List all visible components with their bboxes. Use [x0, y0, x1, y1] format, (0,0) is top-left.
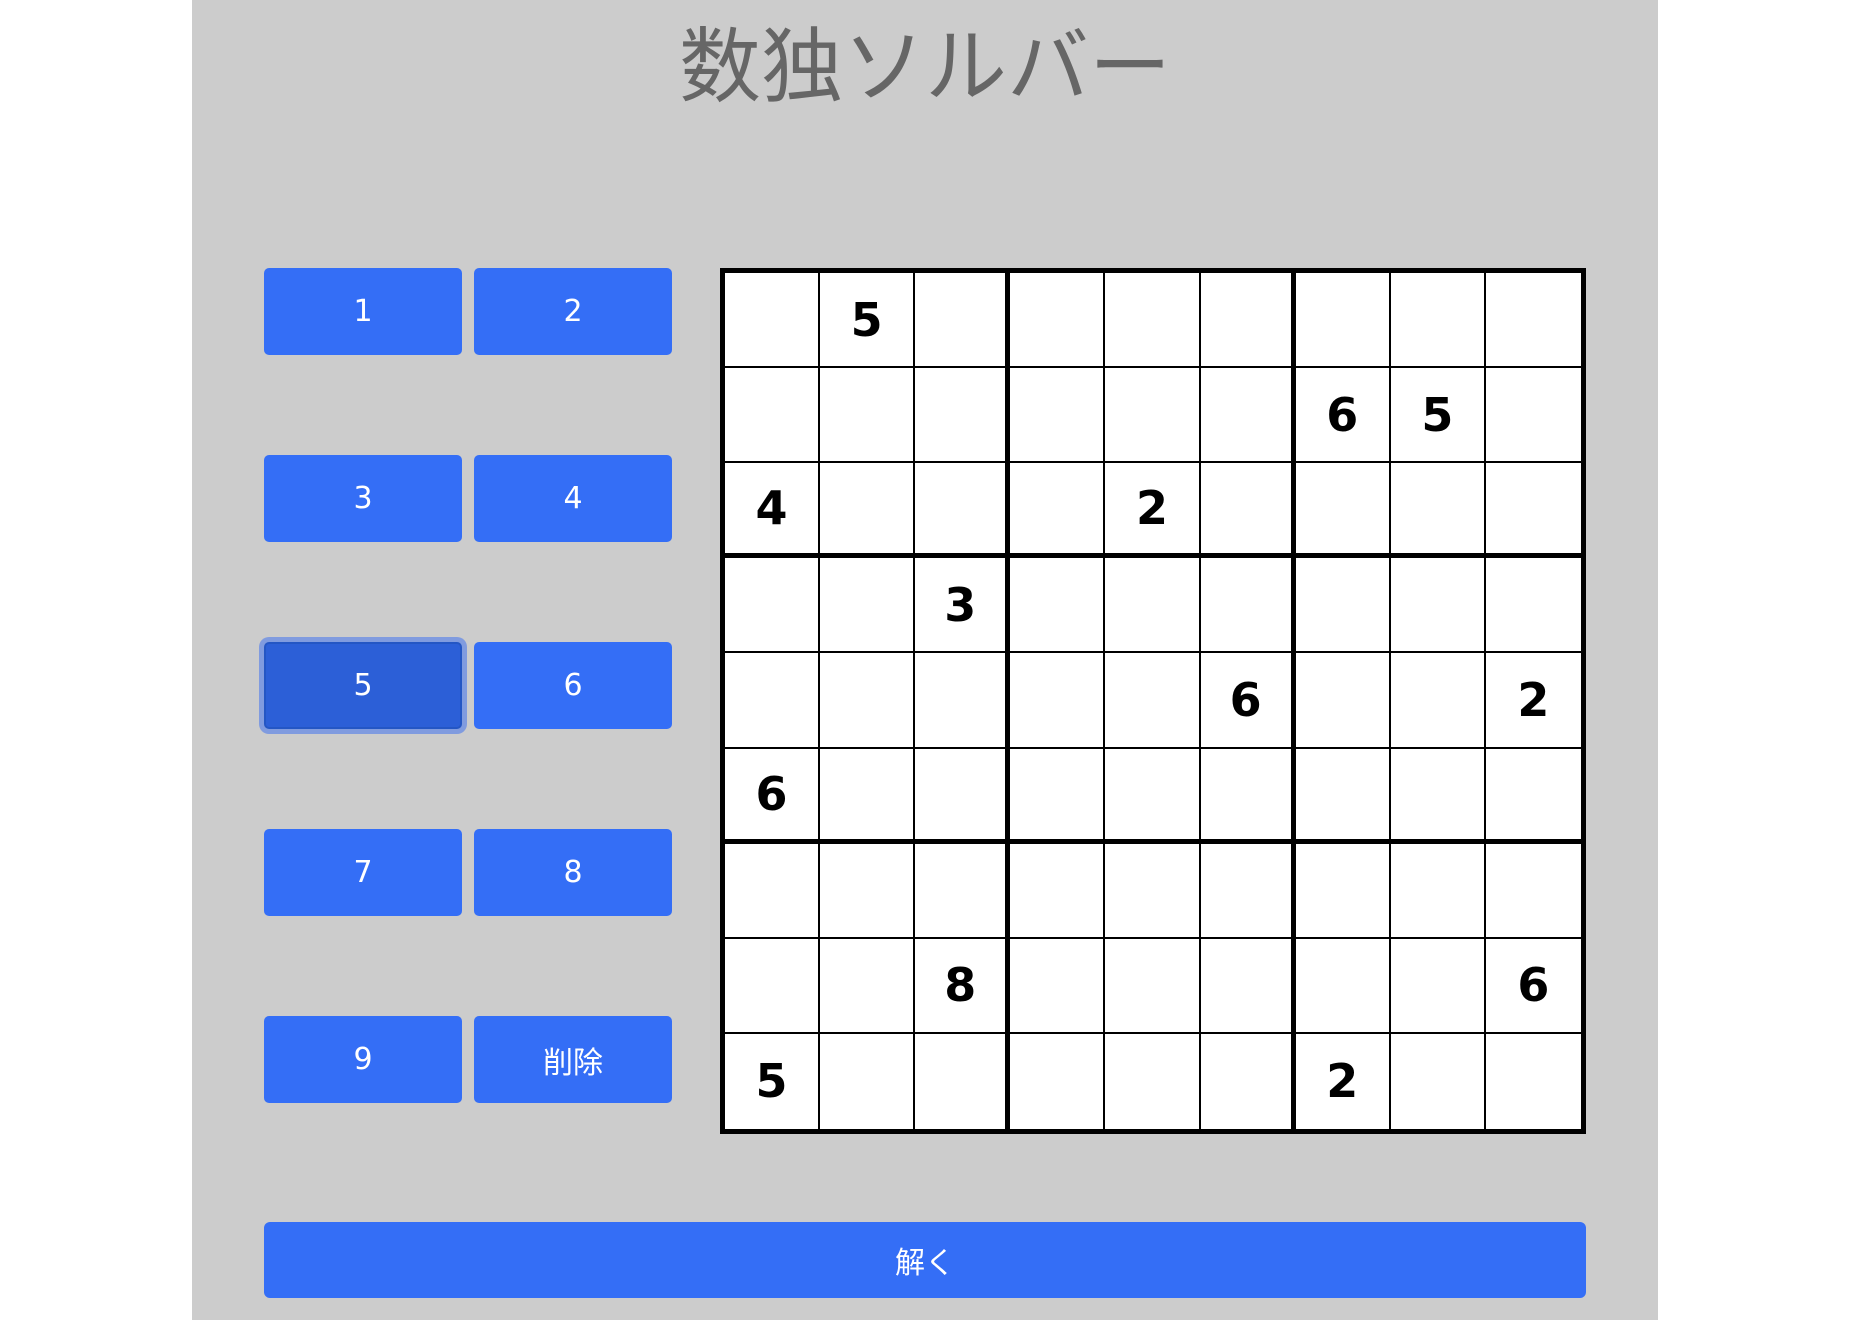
- number-button-6[interactable]: 6: [474, 642, 672, 729]
- sudoku-cell-r9-c2[interactable]: [820, 1033, 916, 1129]
- sudoku-cell-r9-c5[interactable]: [1105, 1033, 1201, 1129]
- sudoku-cell-r4-c5[interactable]: [1105, 558, 1201, 654]
- sudoku-cell-r4-c4[interactable]: [1010, 558, 1106, 654]
- page-title: 数独ソルバー: [678, 20, 1171, 115]
- app-panel: 数独ソルバー 1 2 3 4 5 6 7 8 9 削除 565423626865…: [192, 0, 1658, 1320]
- sudoku-cell-r1-c8[interactable]: [1390, 273, 1486, 369]
- sudoku-cell-r9-c9[interactable]: [1485, 1033, 1581, 1129]
- sudoku-cell-r3-c1[interactable]: 4: [725, 463, 821, 559]
- sudoku-cell-r6-c1[interactable]: 6: [725, 748, 821, 844]
- sudoku-cell-r4-c9[interactable]: [1485, 558, 1581, 654]
- sudoku-cell-r3-c5[interactable]: 2: [1105, 463, 1201, 559]
- sudoku-cell-r3-c3[interactable]: [915, 463, 1011, 559]
- sudoku-cell-r1-c6[interactable]: [1200, 273, 1296, 369]
- sudoku-cell-r3-c8[interactable]: [1390, 463, 1486, 559]
- sudoku-cell-r6-c2[interactable]: [820, 748, 916, 844]
- sudoku-cell-r4-c6[interactable]: [1200, 558, 1296, 654]
- sudoku-cell-r6-c6[interactable]: [1200, 748, 1296, 844]
- sudoku-cell-r3-c6[interactable]: [1200, 463, 1296, 559]
- sudoku-cell-r7-c6[interactable]: [1200, 843, 1296, 939]
- sudoku-cell-r9-c4[interactable]: [1010, 1033, 1106, 1129]
- sudoku-cell-r7-c5[interactable]: [1105, 843, 1201, 939]
- sudoku-cell-r5-c5[interactable]: [1105, 653, 1201, 749]
- sudoku-cell-r2-c4[interactable]: [1010, 368, 1106, 464]
- sudoku-cell-r6-c8[interactable]: [1390, 748, 1486, 844]
- sudoku-cell-r5-c6[interactable]: 6: [1200, 653, 1296, 749]
- sudoku-cell-r7-c2[interactable]: [820, 843, 916, 939]
- sudoku-cell-r9-c8[interactable]: [1390, 1033, 1486, 1129]
- sudoku-cell-r1-c9[interactable]: [1485, 273, 1581, 369]
- sudoku-cell-r5-c9[interactable]: 2: [1485, 653, 1581, 749]
- sudoku-cell-r7-c3[interactable]: [915, 843, 1011, 939]
- sudoku-cell-r1-c5[interactable]: [1105, 273, 1201, 369]
- sudoku-cell-r7-c7[interactable]: [1295, 843, 1391, 939]
- number-button-2[interactable]: 2: [474, 268, 672, 355]
- sudoku-cell-r3-c7[interactable]: [1295, 463, 1391, 559]
- sudoku-cell-r7-c9[interactable]: [1485, 843, 1581, 939]
- sudoku-cell-r5-c4[interactable]: [1010, 653, 1106, 749]
- sudoku-cell-r9-c3[interactable]: [915, 1033, 1011, 1129]
- sudoku-board: 5654236268652: [720, 268, 1586, 1134]
- sudoku-cell-r2-c9[interactable]: [1485, 368, 1581, 464]
- sudoku-cell-r7-c8[interactable]: [1390, 843, 1486, 939]
- sudoku-cell-r2-c7[interactable]: 6: [1295, 368, 1391, 464]
- sudoku-cell-r2-c1[interactable]: [725, 368, 821, 464]
- solve-button[interactable]: 解く: [264, 1222, 1586, 1298]
- sudoku-cell-r8-c8[interactable]: [1390, 938, 1486, 1034]
- sudoku-cell-r1-c2[interactable]: 5: [820, 273, 916, 369]
- sudoku-cell-r1-c4[interactable]: [1010, 273, 1106, 369]
- sudoku-cell-r2-c8[interactable]: 5: [1390, 368, 1486, 464]
- sudoku-cell-r1-c1[interactable]: [725, 273, 821, 369]
- number-button-3[interactable]: 3: [264, 455, 462, 542]
- sudoku-cell-r4-c8[interactable]: [1390, 558, 1486, 654]
- sudoku-cell-r9-c1[interactable]: 5: [725, 1033, 821, 1129]
- number-button-7[interactable]: 7: [264, 829, 462, 916]
- sudoku-cell-r5-c7[interactable]: [1295, 653, 1391, 749]
- sudoku-cell-r8-c1[interactable]: [725, 938, 821, 1034]
- number-button-1[interactable]: 1: [264, 268, 462, 355]
- sudoku-cell-r3-c9[interactable]: [1485, 463, 1581, 559]
- sudoku-cell-r4-c1[interactable]: [725, 558, 821, 654]
- sudoku-cell-r7-c4[interactable]: [1010, 843, 1106, 939]
- sudoku-cell-r4-c2[interactable]: [820, 558, 916, 654]
- sudoku-cell-r1-c3[interactable]: [915, 273, 1011, 369]
- sudoku-cell-r5-c1[interactable]: [725, 653, 821, 749]
- sudoku-cell-r2-c6[interactable]: [1200, 368, 1296, 464]
- sudoku-cell-r5-c3[interactable]: [915, 653, 1011, 749]
- sudoku-cell-r8-c5[interactable]: [1105, 938, 1201, 1034]
- sudoku-cell-r3-c2[interactable]: [820, 463, 916, 559]
- sudoku-cell-r8-c7[interactable]: [1295, 938, 1391, 1034]
- delete-button[interactable]: 削除: [474, 1016, 672, 1103]
- number-button-8[interactable]: 8: [474, 829, 672, 916]
- sudoku-cell-r6-c9[interactable]: [1485, 748, 1581, 844]
- sudoku-cell-r2-c2[interactable]: [820, 368, 916, 464]
- sudoku-cell-r4-c3[interactable]: 3: [915, 558, 1011, 654]
- sudoku-cell-r8-c4[interactable]: [1010, 938, 1106, 1034]
- sudoku-cell-r6-c7[interactable]: [1295, 748, 1391, 844]
- number-button-9[interactable]: 9: [264, 1016, 462, 1103]
- sudoku-cell-r8-c3[interactable]: 8: [915, 938, 1011, 1034]
- sudoku-cell-r8-c2[interactable]: [820, 938, 916, 1034]
- number-button-5[interactable]: 5: [264, 642, 462, 729]
- sudoku-cell-r7-c1[interactable]: [725, 843, 821, 939]
- sudoku-cell-r6-c4[interactable]: [1010, 748, 1106, 844]
- sudoku-cell-r5-c2[interactable]: [820, 653, 916, 749]
- sudoku-cell-r2-c3[interactable]: [915, 368, 1011, 464]
- number-button-4[interactable]: 4: [474, 455, 672, 542]
- sudoku-cell-r4-c7[interactable]: [1295, 558, 1391, 654]
- sudoku-cell-r6-c5[interactable]: [1105, 748, 1201, 844]
- sudoku-cell-r9-c7[interactable]: 2: [1295, 1033, 1391, 1129]
- sudoku-cell-r1-c7[interactable]: [1295, 273, 1391, 369]
- sudoku-cell-r6-c3[interactable]: [915, 748, 1011, 844]
- sudoku-cell-r2-c5[interactable]: [1105, 368, 1201, 464]
- sudoku-cell-r8-c6[interactable]: [1200, 938, 1296, 1034]
- sudoku-cell-r5-c8[interactable]: [1390, 653, 1486, 749]
- sudoku-cell-r3-c4[interactable]: [1010, 463, 1106, 559]
- sudoku-cell-r8-c9[interactable]: 6: [1485, 938, 1581, 1034]
- sudoku-cell-r9-c6[interactable]: [1200, 1033, 1296, 1129]
